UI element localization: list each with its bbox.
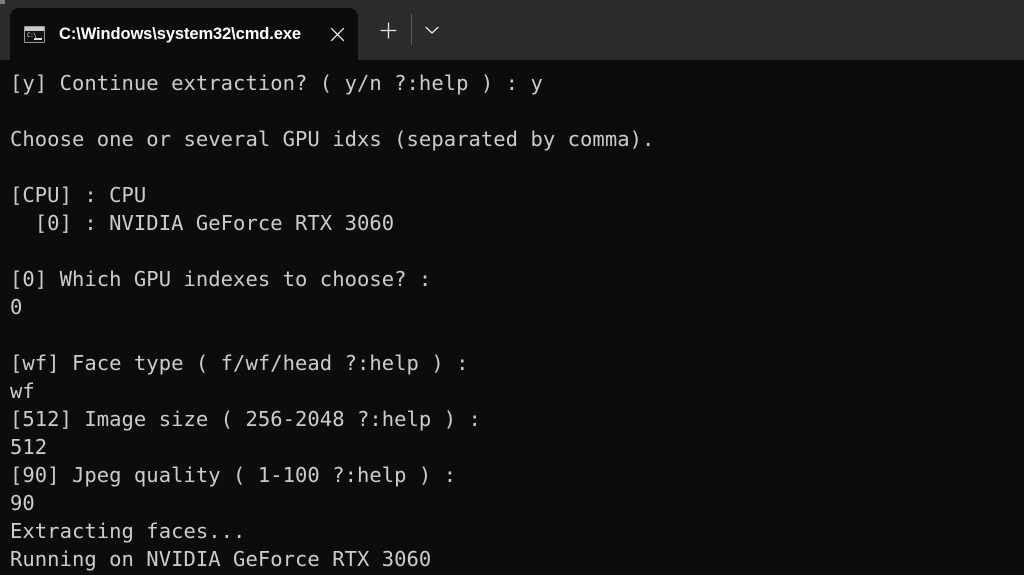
terminal-line: [wf] Face type ( f/wf/head ?:help ) : <box>10 351 469 375</box>
console-icon-titlebar <box>25 26 44 31</box>
terminal-line: [y] Continue extraction? ( y/n ?:help ) … <box>10 71 543 95</box>
terminal-line: 512 <box>10 435 48 459</box>
terminal-window: C:\ C:\Windows\system32\cmd.exe [y] Cont… <box>0 0 1024 575</box>
terminal-line: Extracting faces... <box>10 519 246 543</box>
terminal-line: Choose one or several GPU idxs (separate… <box>10 127 655 151</box>
terminal-line: 90 <box>10 491 35 515</box>
toolbar-separator <box>411 14 412 45</box>
terminal-line: [0] : NVIDIA GeForce RTX 3060 <box>10 211 395 235</box>
terminal-line: [0] Which GPU indexes to choose? : <box>10 267 432 291</box>
tab-cmd[interactable]: C:\ C:\Windows\system32\cmd.exe <box>10 8 358 68</box>
terminal-output-area[interactable]: [y] Continue extraction? ( y/n ?:help ) … <box>0 60 1024 575</box>
title-bar: C:\ C:\Windows\system32\cmd.exe <box>0 0 1024 68</box>
close-icon[interactable] <box>316 8 358 60</box>
tab-title: C:\Windows\system32\cmd.exe <box>59 24 301 43</box>
chevron-down-icon[interactable] <box>416 14 448 46</box>
terminal-line: wf <box>10 379 35 403</box>
cmd-console-icon: C:\ <box>24 25 45 43</box>
terminal-text: [y] Continue extraction? ( y/n ?:help ) … <box>10 69 654 573</box>
tab-strip: C:\ C:\Windows\system32\cmd.exe <box>0 0 358 68</box>
terminal-line: Running on NVIDIA GeForce RTX 3060 <box>10 547 432 571</box>
new-tab-button[interactable] <box>372 14 404 46</box>
terminal-line: 0 <box>10 295 23 319</box>
terminal-line: [CPU] : CPU <box>10 183 147 207</box>
terminal-line: [512] Image size ( 256-2048 ?:help ) : <box>10 407 481 431</box>
console-icon-cursor <box>34 37 42 40</box>
terminal-line: [90] Jpeg quality ( 1-100 ?:help ) : <box>10 463 457 487</box>
